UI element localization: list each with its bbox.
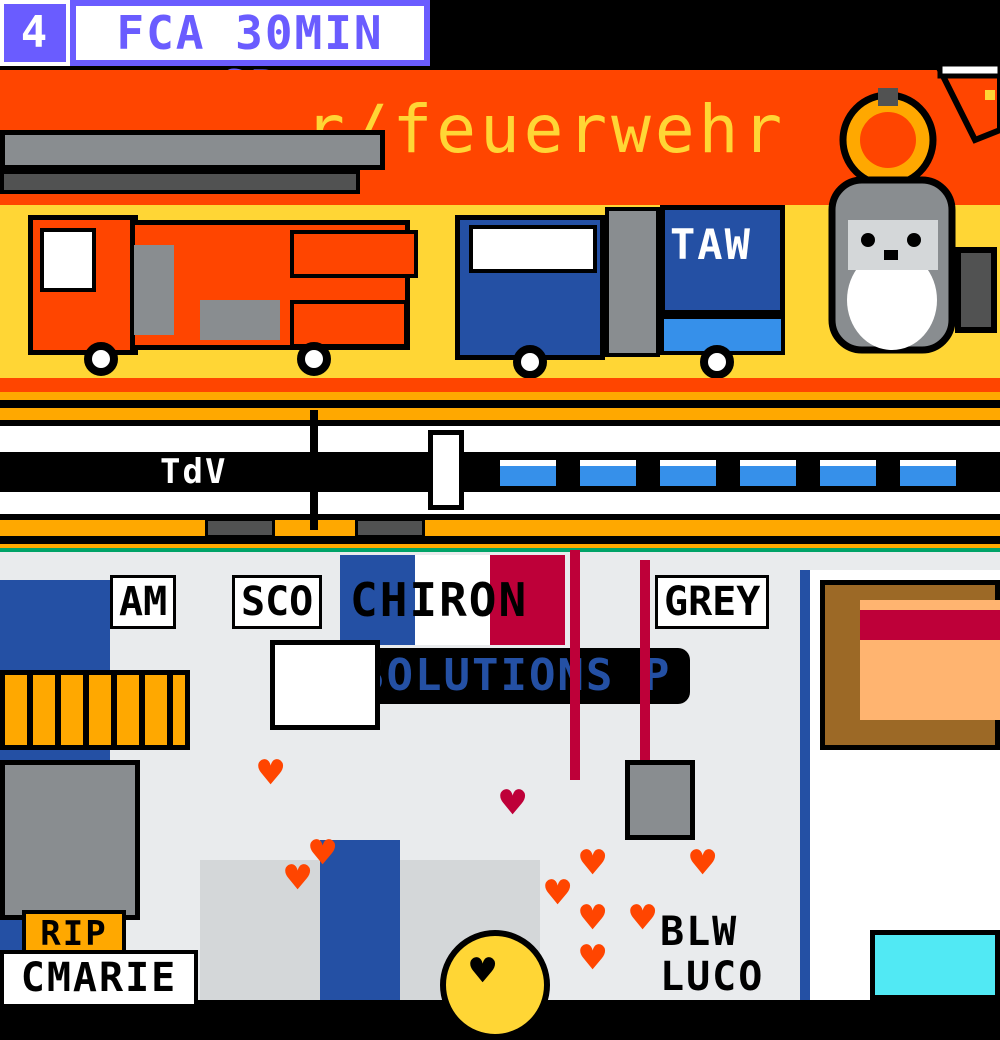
label-grey: GREY xyxy=(655,575,770,629)
title-box: FCA 30MIN SP xyxy=(70,0,430,114)
label-am: AM xyxy=(110,575,177,629)
portrait-glasses xyxy=(860,610,1000,640)
train-label: TdV xyxy=(160,452,228,492)
ground-line xyxy=(0,378,1000,392)
pumpkin-icon xyxy=(840,115,900,155)
number-badge: 4 xyxy=(0,0,70,66)
train-window xyxy=(740,460,796,486)
track-bottom xyxy=(0,536,1000,544)
train-wheel xyxy=(355,518,425,538)
train-window xyxy=(820,460,876,486)
fire-truck-icon xyxy=(0,120,430,380)
solutions-label: SOLUTIONS P xyxy=(358,650,672,701)
heart-icon xyxy=(690,842,722,884)
heart-icon xyxy=(285,857,317,899)
cat-icon xyxy=(270,640,380,730)
train-window xyxy=(500,460,556,486)
label-sco: SCO xyxy=(232,575,323,629)
chiron-label: CHIRON xyxy=(350,573,529,627)
heart-icon xyxy=(580,937,612,979)
marie-label: CMARIE xyxy=(0,950,198,1008)
heart-icon xyxy=(500,782,532,824)
train-divider xyxy=(310,410,318,530)
train-window xyxy=(580,460,636,486)
grey-shape-left xyxy=(0,760,140,920)
heart-icon xyxy=(258,752,290,794)
light-blue-shape xyxy=(870,930,1000,1000)
heart-icon xyxy=(470,950,502,992)
taw-label: TAW xyxy=(670,220,752,269)
heart-icon xyxy=(545,872,577,914)
luco-label: LUCO xyxy=(660,954,765,1000)
train-window xyxy=(900,460,956,486)
heart-icon xyxy=(580,842,612,884)
train-door xyxy=(428,430,464,510)
title-text: FCA 30MIN SP xyxy=(76,6,424,114)
train-window xyxy=(660,460,716,486)
taw-truck-icon: TAW xyxy=(455,195,795,380)
heart-icon xyxy=(630,897,662,939)
train-wheel xyxy=(205,518,275,538)
blw-label: BLW xyxy=(660,909,739,955)
flag-pole xyxy=(640,560,650,780)
track-top xyxy=(0,400,1000,408)
flag-pole xyxy=(570,550,580,780)
orange-striped-creature xyxy=(0,670,190,750)
robot-icon xyxy=(625,760,695,840)
